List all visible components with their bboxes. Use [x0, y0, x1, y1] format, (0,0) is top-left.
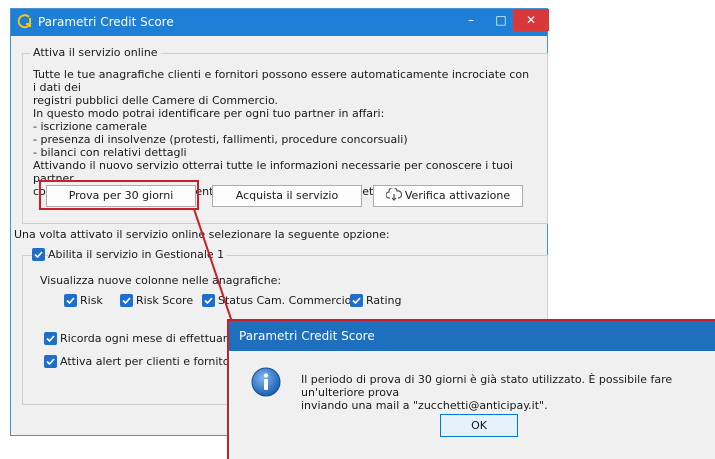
checkmark-icon [46, 358, 55, 366]
monthly-reminder-label: Ricorda ogni mese di effettuare l'a [60, 332, 251, 345]
alert-label: Attiva alert per clienti e fornitori co [60, 355, 254, 368]
service-description: Tutte le tue anagrafiche clienti e forni… [33, 68, 530, 198]
dialog-message: Il periodo di prova di 30 giorni è già s… [301, 373, 673, 412]
checkmark-icon [122, 297, 131, 305]
alert-checkbox[interactable] [44, 355, 57, 368]
risk-score-label: Risk Score [136, 294, 194, 307]
checkmark-icon [34, 251, 43, 259]
verify-activation-label: Verifica attivazione [404, 189, 511, 202]
info-dialog: Parametri Credit Score Il periodo di pro… [227, 319, 715, 459]
risk-label: Risk [80, 294, 103, 307]
enable-service-checkbox[interactable] [32, 248, 45, 261]
checkmark-icon [66, 297, 75, 305]
checkmark-icon [46, 335, 55, 343]
columns-label: Visualizza nuove colonne nelle anagrafic… [40, 274, 282, 287]
checkmark-icon [204, 297, 213, 305]
cloud-download-icon [385, 186, 403, 201]
risk-checkbox[interactable] [64, 294, 77, 307]
trial-button-highlight [39, 180, 199, 210]
minimize-button[interactable]: – [456, 9, 486, 31]
title-bar[interactable]: Parametri Credit Score – □ ✕ [11, 9, 549, 36]
service-group-legend: Attiva il servizio online [30, 46, 161, 59]
app-logo-icon [17, 14, 32, 29]
window-title: Parametri Credit Score [38, 15, 174, 29]
ok-button[interactable]: OK [440, 414, 518, 437]
info-icon [251, 367, 281, 397]
verify-activation-button[interactable]: Verifica attivazione [373, 185, 523, 207]
maximize-button[interactable]: □ [486, 9, 516, 31]
options-intro: Una volta attivato il servizio online se… [14, 228, 390, 241]
rating-label: Rating [366, 294, 402, 307]
status-cam-commercio-checkbox[interactable] [202, 294, 215, 307]
checkmark-icon [352, 297, 361, 305]
close-button[interactable]: ✕ [513, 9, 549, 31]
rating-checkbox[interactable] [350, 294, 363, 307]
dialog-title[interactable]: Parametri Credit Score [229, 321, 715, 351]
risk-score-checkbox[interactable] [120, 294, 133, 307]
status-cam-commercio-label: Status Cam. Commercio [218, 294, 352, 307]
enable-service-label: Abilita il servizio in Gestionale 1 [48, 248, 228, 261]
buy-button[interactable]: Acquista il servizio [212, 185, 362, 207]
monthly-reminder-checkbox[interactable] [44, 332, 57, 345]
